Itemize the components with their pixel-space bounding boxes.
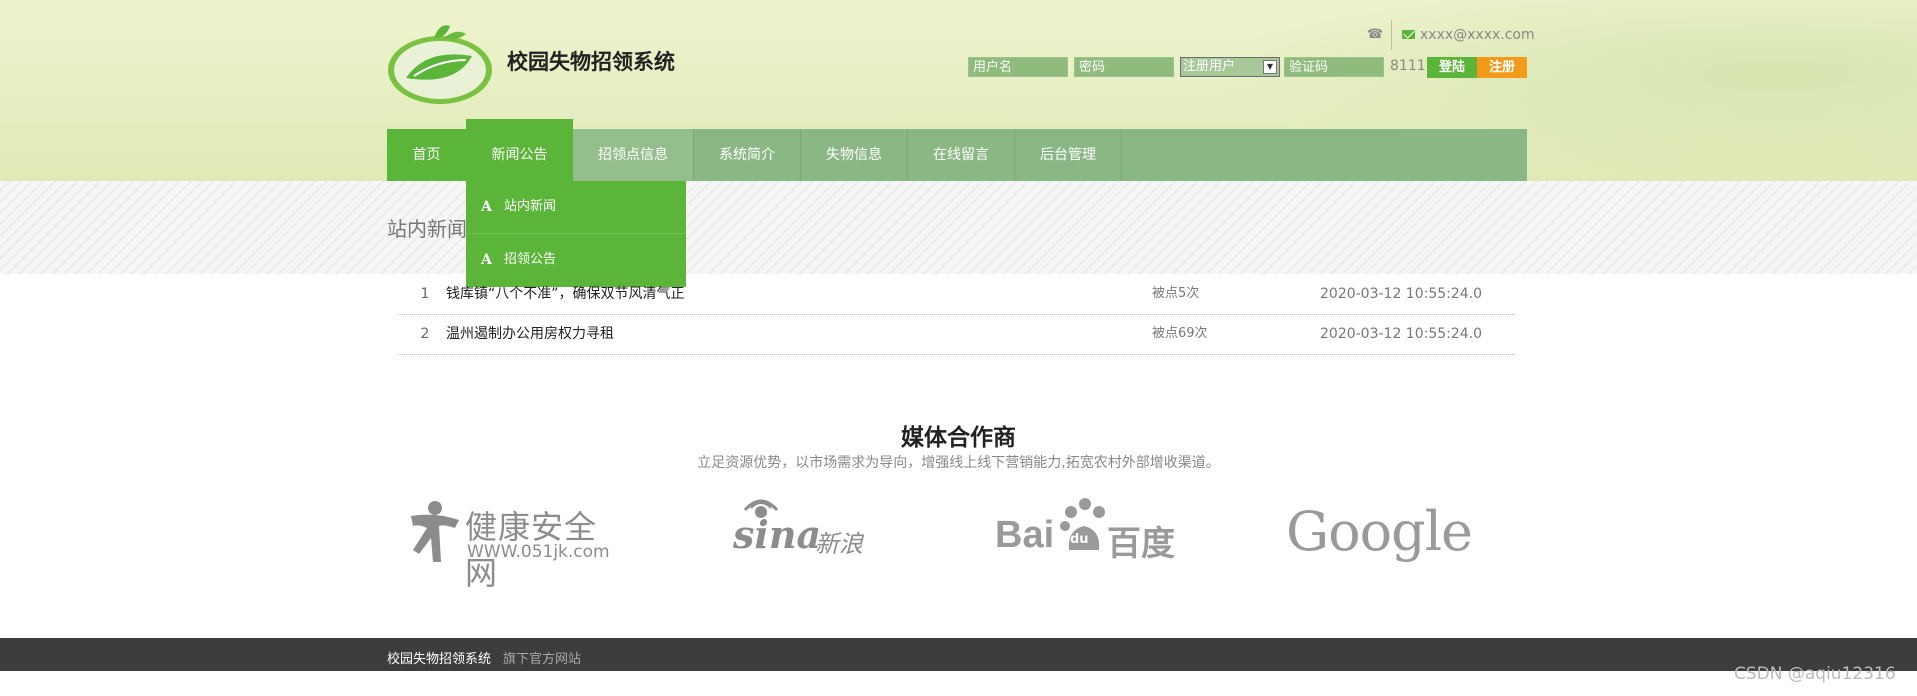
letter-a-icon: A <box>481 199 492 215</box>
news-number: 1 <box>420 286 430 302</box>
partner-name: sina <box>733 512 822 557</box>
username-input[interactable] <box>968 57 1068 77</box>
contact-email: xxxx@xxxx.com <box>1420 27 1535 43</box>
partners-subtitle: 立足资源优势，以市场需求为导向，增强线上线下营销能力,拓宽农村外部增收渠道。 <box>697 455 1220 471</box>
news-click-count: 被点69次 <box>1152 326 1208 341</box>
nav-item-news[interactable]: 新闻公告 <box>466 119 573 181</box>
nav-item-pickup-points[interactable]: 招领点信息 <box>573 129 694 181</box>
partner-name: Google <box>1286 500 1473 563</box>
news-row[interactable]: 2 温州遏制办公用房权力寻租 被点69次 2020-03-12 10:55:24… <box>398 314 1515 355</box>
nav-item-admin[interactable]: 后台管理 <box>1015 129 1122 181</box>
dropdown-item-site-news[interactable]: A 站内新闻 <box>466 181 686 233</box>
contact-divider <box>1391 20 1392 50</box>
partner-logo-google[interactable]: Google <box>1286 494 1473 566</box>
partner-name-cn: 百度 <box>1107 524 1175 564</box>
password-input[interactable] <box>1074 57 1174 77</box>
partner-url: WWW.051jk.com <box>467 542 610 562</box>
partner-logo-sina[interactable]: sina 新浪 <box>733 494 873 566</box>
footer-site-name[interactable]: 校园失物招领系统 <box>387 648 491 667</box>
nav-item-lost-items[interactable]: 失物信息 <box>801 129 908 181</box>
nav-item-about[interactable]: 系统简介 <box>694 129 801 181</box>
footer-tagline: 旗下官方网站 <box>503 652 582 667</box>
news-dropdown: A 站内新闻 A 招领公告 <box>466 181 686 287</box>
login-button[interactable]: 登陆 <box>1427 57 1477 78</box>
role-select[interactable]: 注册用户 ▼ <box>1180 57 1280 77</box>
watermark: CSDN @aqiu12316 <box>1734 664 1896 684</box>
partner-logo-jiankang[interactable]: 健康安全网 WWW.051jk.com <box>405 494 625 592</box>
chevron-down-icon: ▼ <box>1263 60 1277 74</box>
news-date: 2020-03-12 10:55:24.0 <box>1320 286 1483 302</box>
nav-item-messages[interactable]: 在线留言 <box>908 129 1015 181</box>
news-title-link[interactable]: 钱库镇“八个不准”，确保双节风清气正 <box>446 274 685 314</box>
subheader-stripes <box>0 181 1917 274</box>
news-click-count: 被点5次 <box>1152 286 1200 301</box>
news-title-link[interactable]: 温州遏制办公用房权力寻租 <box>446 314 614 354</box>
captcha-code[interactable]: 8111 <box>1390 58 1426 74</box>
news-date: 2020-03-12 10:55:24.0 <box>1320 326 1483 342</box>
person-icon <box>411 501 459 562</box>
partner-name: Bai <box>995 514 1055 556</box>
partner-logo-baidu[interactable]: Bai du 百度 <box>995 494 1175 566</box>
dropdown-item-label: 站内新闻 <box>504 199 557 214</box>
partners-title: 媒体合作商 <box>901 425 1016 451</box>
role-select-value: 注册用户 <box>1183 59 1236 74</box>
nav-item-home[interactable]: 首页 <box>387 129 467 181</box>
site-logo[interactable] <box>386 20 496 106</box>
partner-name-cn: 新浪 <box>815 530 863 558</box>
partner-du: du <box>1070 532 1089 547</box>
mail-icon <box>1402 30 1415 39</box>
footer <box>0 638 1917 671</box>
news-row[interactable]: 1 钱库镇“八个不准”，确保双节风清气正 被点5次 2020-03-12 10:… <box>398 274 1515 315</box>
register-button[interactable]: 注册 <box>1477 57 1527 78</box>
captcha-input[interactable] <box>1284 57 1384 77</box>
phone-icon: ☎ <box>1367 27 1384 42</box>
news-number: 2 <box>420 326 430 342</box>
section-title: 站内新闻 <box>387 217 467 241</box>
site-title: 校园失物招领系统 <box>507 50 675 74</box>
